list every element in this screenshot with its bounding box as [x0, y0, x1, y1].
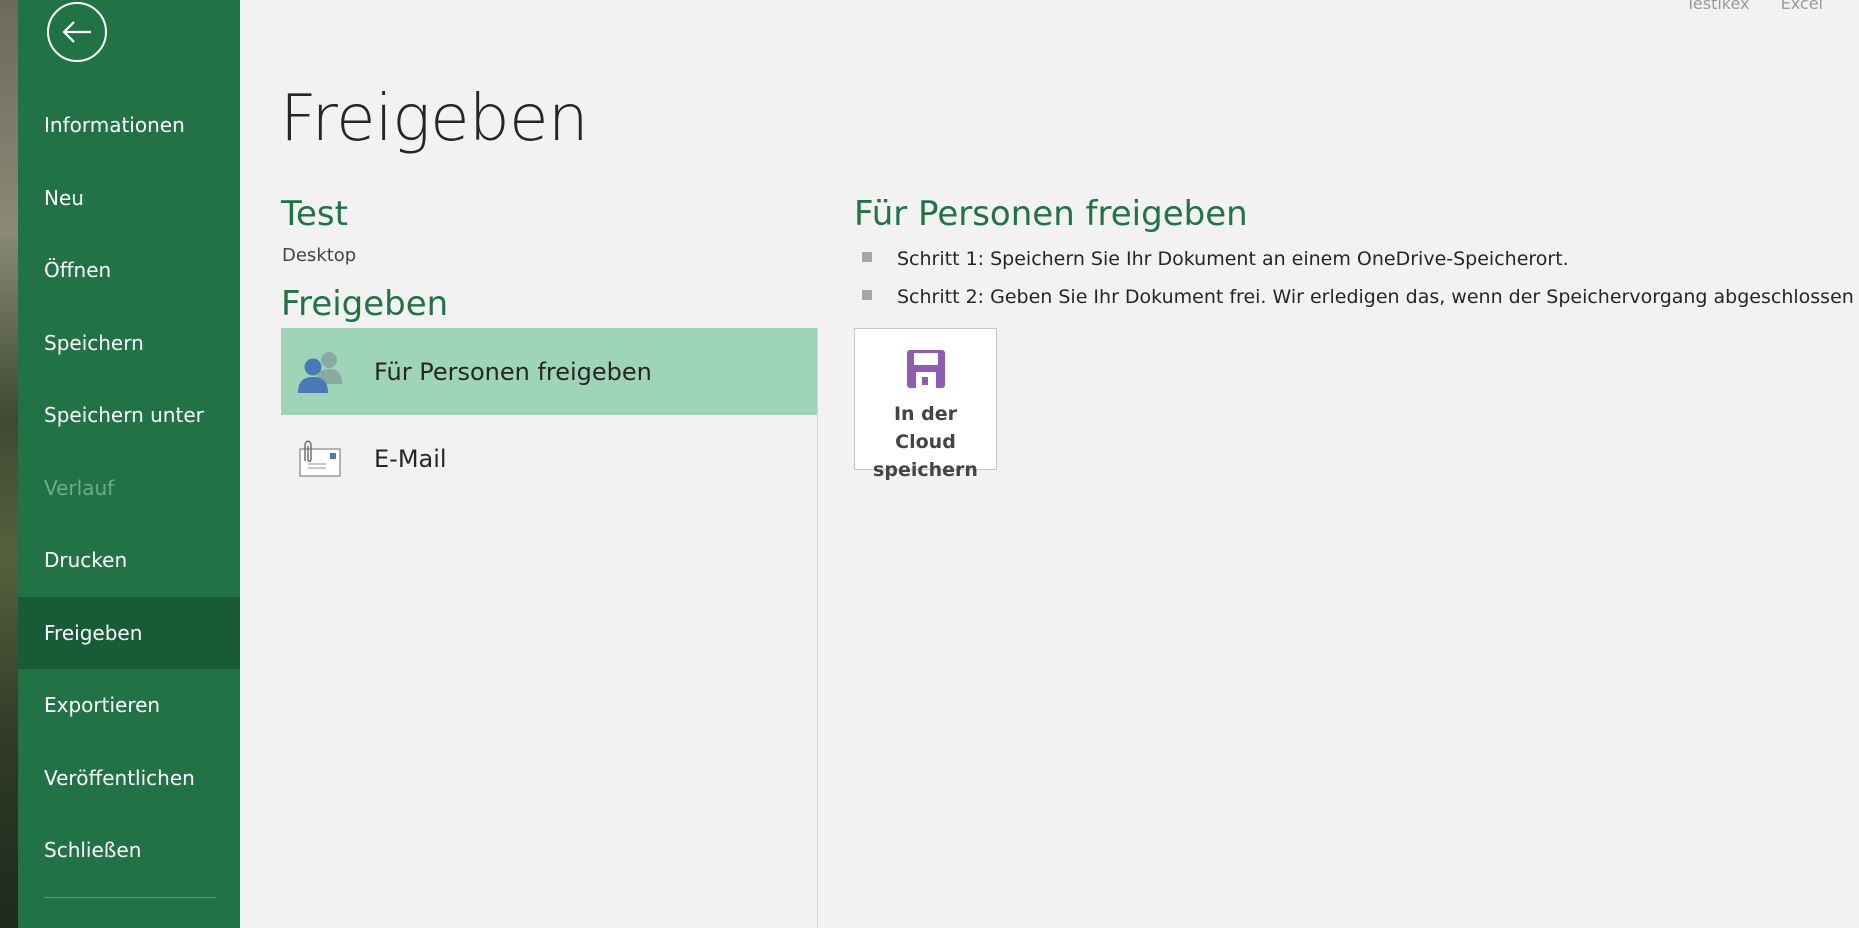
detail-heading: Für Personen freigeben — [854, 194, 1248, 234]
save-icon — [906, 350, 945, 392]
backstage-sidebar: Informationen Neu Öffnen Speichern Speic… — [18, 0, 240, 928]
list-item: Schritt 1: Speichern Sie Ihr Dokument an… — [862, 246, 1859, 284]
document-name: Test — [281, 194, 348, 234]
sidebar-item-veroeffentlichen[interactable]: Veröffentlichen — [18, 742, 240, 815]
back-arrow-icon — [62, 21, 91, 43]
panel-divider — [817, 328, 818, 928]
sidebar-item-schliessen[interactable]: Schließen — [18, 814, 240, 887]
back-button[interactable] — [47, 2, 107, 62]
sidebar-item-speichern-unter[interactable]: Speichern unter — [18, 379, 240, 452]
share-options-list: Für Personen freigeben E-Mail — [281, 328, 817, 502]
save-to-cloud-button[interactable]: In der Cloud speichern — [854, 328, 997, 481]
sidebar-item-exportieren[interactable]: Exportieren — [18, 669, 240, 742]
user-name[interactable]: Testikex — [1686, 0, 1750, 13]
sidebar-item-freigeben[interactable]: Freigeben — [18, 596, 240, 669]
share-section-heading: Freigeben — [281, 284, 449, 324]
option-share-with-people-label: Für Personen freigeben — [374, 357, 652, 386]
background-photo — [0, 0, 18, 928]
bullet-icon — [862, 290, 872, 300]
save-to-cloud-label: In der Cloud speichern — [861, 400, 991, 484]
option-email[interactable]: E-Mail — [281, 415, 817, 502]
document-location: Desktop — [282, 245, 357, 266]
bullet-icon — [862, 252, 872, 262]
people-icon — [296, 348, 346, 396]
sidebar-nav: Informationen Neu Öffnen Speichern Speic… — [18, 89, 240, 887]
app-name: Excel — [1780, 0, 1823, 13]
step-1-text: Schritt 1: Speichern Sie Ihr Dokument an… — [897, 248, 1569, 270]
title-bar-info: Testikex Excel — [1660, 0, 1823, 13]
sidebar-item-oeffnen[interactable]: Öffnen — [18, 234, 240, 307]
sidebar-item-neu[interactable]: Neu — [18, 162, 240, 235]
list-item: Schritt 2: Geben Sie Ihr Dokument frei. … — [862, 284, 1859, 322]
step-2-text: Schritt 2: Geben Sie Ihr Dokument frei. … — [897, 286, 1859, 308]
sidebar-item-speichern[interactable]: Speichern — [18, 307, 240, 380]
sidebar-item-verlauf: Verlauf — [44, 475, 115, 500]
sidebar-item-informationen[interactable]: Informationen — [18, 89, 240, 162]
save-to-cloud-label-line2: speichern — [873, 459, 978, 481]
option-email-label: E-Mail — [374, 444, 447, 473]
email-icon — [296, 435, 346, 483]
option-share-with-people[interactable]: Für Personen freigeben — [281, 328, 817, 415]
save-to-cloud-label-line1: In der Cloud — [893, 403, 958, 453]
steps-list: Schritt 1: Speichern Sie Ihr Dokument an… — [862, 246, 1859, 322]
sidebar-item-drucken[interactable]: Drucken — [18, 524, 240, 597]
sidebar-divider — [44, 897, 216, 898]
page-title: Freigeben — [280, 82, 589, 156]
